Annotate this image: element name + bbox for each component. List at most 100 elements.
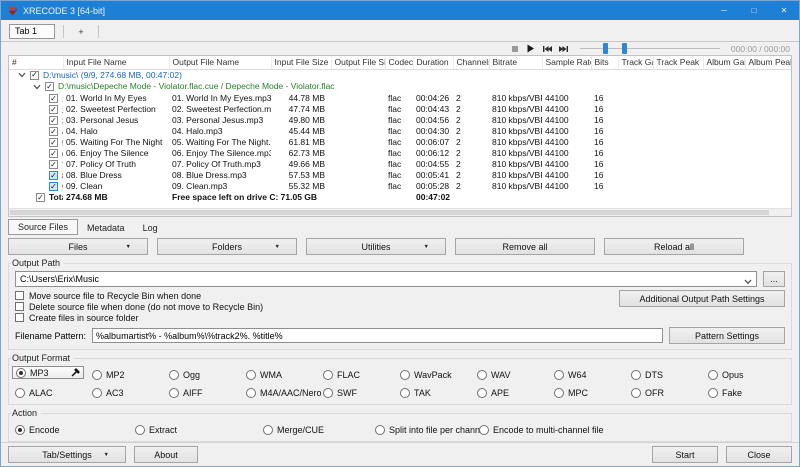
total-row[interactable]: ✓Total:274.68 MBFree space left on drive… bbox=[9, 192, 792, 204]
track-row[interactable]: ✓808. Blue Dress08. Blue Dress.mp357.53 … bbox=[9, 170, 792, 181]
track-row[interactable]: ✓505. Waiting For The Night05. Waiting F… bbox=[9, 137, 792, 148]
column-header-codec[interactable]: Codec bbox=[385, 56, 413, 69]
column-header-channels[interactable]: Channels bbox=[453, 56, 489, 69]
track-row[interactable]: ✓707. Policy Of Truth07. Policy Of Truth… bbox=[9, 159, 792, 170]
column-header-output-file-name[interactable]: Output File Name bbox=[169, 56, 271, 69]
track-row[interactable]: ✓101. World In My Eyes01. World In My Ey… bbox=[9, 93, 792, 104]
panel-tab-source-files[interactable]: Source Files bbox=[8, 219, 78, 235]
format-option-m4a-aac-nero[interactable]: M4A/AAC/Nero bbox=[246, 386, 323, 399]
format-option-ac3[interactable]: AC3 bbox=[92, 386, 169, 399]
seek-slider[interactable] bbox=[580, 43, 720, 54]
format-option-mpc[interactable]: MPC bbox=[554, 386, 631, 399]
format-option-tak[interactable]: TAK bbox=[400, 386, 477, 399]
chevron-down-icon[interactable] bbox=[18, 72, 26, 78]
column-header-num[interactable]: # bbox=[9, 56, 63, 69]
scrollbar-thumb[interactable] bbox=[10, 210, 769, 215]
panel-tab-metadata[interactable]: Metadata bbox=[78, 221, 134, 235]
column-header-track-gain[interactable]: Track Gain bbox=[618, 56, 653, 69]
track-row[interactable]: ✓303. Personal Jesus03. Personal Jesus.m… bbox=[9, 115, 792, 126]
row-checkbox[interactable]: ✓ bbox=[49, 160, 58, 169]
tab-settings-button[interactable]: Tab/Settings ▼ bbox=[8, 446, 126, 463]
next-track-icon[interactable] bbox=[559, 45, 569, 53]
row-checkbox[interactable]: ✓ bbox=[49, 138, 58, 147]
track-row[interactable]: ✓909. Clean09. Clean.mp355.32 MBflac00:0… bbox=[9, 181, 792, 192]
output-path-combobox[interactable]: C:\Users\Erix\Music bbox=[15, 271, 757, 287]
add-tab-button[interactable]: + bbox=[72, 27, 90, 37]
track-row[interactable]: ✓202. Sweetest Perfection02. Sweetest Pe… bbox=[9, 104, 792, 115]
format-option-ape[interactable]: APE bbox=[477, 386, 554, 399]
format-option-swf[interactable]: SWF bbox=[323, 386, 400, 399]
format-option-mp3[interactable]: MP3 bbox=[12, 366, 84, 379]
utilities-button[interactable]: Utilities▼ bbox=[306, 238, 446, 255]
format-option-ofr[interactable]: OFR bbox=[631, 386, 708, 399]
checkbox-move-source-file-to-recycle-bin-when-done[interactable]: Move source file to Recycle Bin when don… bbox=[15, 290, 619, 301]
row-checkbox[interactable]: ✓ bbox=[36, 193, 45, 202]
action-option-extract[interactable]: Extract bbox=[135, 423, 263, 436]
previous-track-icon[interactable] bbox=[542, 45, 552, 53]
tab-1[interactable]: Tab 1 bbox=[9, 24, 55, 39]
format-option-alac[interactable]: ALAC bbox=[15, 386, 92, 399]
format-option-ogg[interactable]: Ogg bbox=[169, 368, 246, 381]
additional-output-path-settings-button[interactable]: Additional Output Path Settings bbox=[619, 290, 785, 307]
slider-handle-1[interactable] bbox=[603, 43, 608, 54]
horizontal-scrollbar[interactable] bbox=[9, 208, 791, 216]
action-option-split-into-file-per-channel[interactable]: Split into file per channel bbox=[375, 423, 479, 436]
remove-all-button[interactable]: Remove all bbox=[455, 238, 595, 255]
column-header-input-file-size[interactable]: Input File Size bbox=[271, 56, 331, 69]
play-icon[interactable] bbox=[526, 44, 535, 53]
column-header-track-peak[interactable]: Track Peak bbox=[653, 56, 703, 69]
row-checkbox[interactable]: ✓ bbox=[30, 71, 39, 80]
minimize-icon[interactable]: ─ bbox=[709, 1, 739, 20]
pattern-settings-button[interactable]: Pattern Settings bbox=[669, 327, 785, 344]
column-header-sample-rate[interactable]: Sample Rate bbox=[542, 56, 591, 69]
column-header-duration[interactable]: Duration bbox=[413, 56, 453, 69]
about-button[interactable]: About bbox=[134, 446, 198, 463]
close-icon[interactable]: ✕ bbox=[769, 1, 799, 20]
row-checkbox[interactable]: ✓ bbox=[49, 182, 58, 191]
row-checkbox[interactable]: ✓ bbox=[49, 149, 58, 158]
format-option-dts[interactable]: DTS bbox=[631, 368, 708, 381]
row-checkbox[interactable]: ✓ bbox=[49, 105, 58, 114]
format-option-flac[interactable]: FLAC bbox=[323, 368, 400, 381]
stop-icon[interactable] bbox=[511, 45, 519, 53]
format-option-wavpack[interactable]: WavPack bbox=[400, 368, 477, 381]
format-option-w64[interactable]: W64 bbox=[554, 368, 631, 381]
maximize-icon[interactable]: □ bbox=[739, 1, 769, 20]
format-option-mp2[interactable]: MP2 bbox=[92, 368, 169, 381]
group-row-cue[interactable]: ✓D:\music\Depeche Mode - Violator.flac.c… bbox=[9, 81, 792, 93]
row-checkbox[interactable]: ✓ bbox=[49, 116, 58, 125]
column-header-album-gain[interactable]: Album Gain bbox=[703, 56, 745, 69]
format-option-opus[interactable]: Opus bbox=[708, 368, 785, 381]
column-header-bitrate[interactable]: Bitrate bbox=[489, 56, 542, 69]
slider-handle-2[interactable] bbox=[622, 43, 627, 54]
track-row[interactable]: ✓404. Halo04. Halo.mp345.44 MBflac00:04:… bbox=[9, 126, 792, 137]
format-option-fake[interactable]: Fake bbox=[708, 386, 785, 399]
row-checkbox[interactable]: ✓ bbox=[49, 127, 58, 136]
action-option-merge-cue[interactable]: Merge/CUE bbox=[263, 423, 375, 436]
panel-tab-log[interactable]: Log bbox=[134, 221, 167, 235]
filename-pattern-input[interactable]: %albumartist% - %album%\%track2%. %title… bbox=[92, 328, 663, 343]
browse-button[interactable]: ... bbox=[763, 271, 785, 287]
reload-all-button[interactable]: Reload all bbox=[604, 238, 744, 255]
format-option-wma[interactable]: WMA bbox=[246, 368, 323, 381]
track-row[interactable]: ✓606. Enjoy The Silence06. Enjoy The Sil… bbox=[9, 148, 792, 159]
row-checkbox[interactable]: ✓ bbox=[49, 171, 58, 180]
action-option-encode[interactable]: Encode bbox=[15, 423, 135, 436]
wrench-icon[interactable] bbox=[70, 368, 80, 378]
close-button[interactable]: Close bbox=[726, 446, 792, 463]
titlebar[interactable]: XRECODE 3 [64-bit] ─ □ ✕ bbox=[1, 1, 799, 20]
row-checkbox[interactable]: ✓ bbox=[45, 82, 54, 91]
folders-button[interactable]: Folders▼ bbox=[157, 238, 297, 255]
column-header-bits[interactable]: Bits bbox=[591, 56, 618, 69]
action-option-encode-to-multi-channel-file[interactable]: Encode to multi-channel file bbox=[479, 423, 785, 436]
format-option-aiff[interactable]: AIFF bbox=[169, 386, 246, 399]
column-header-album-peak[interactable]: Album Peak bbox=[745, 56, 792, 69]
column-header-output-file-size[interactable]: Output File Size bbox=[331, 56, 385, 69]
start-button[interactable]: Start bbox=[652, 446, 718, 463]
combo-dropdown-icon[interactable] bbox=[744, 277, 752, 287]
checkbox-delete-source-file-when-done-do-not-move-to-recycle-bin[interactable]: Delete source file when done (do not mov… bbox=[15, 301, 619, 312]
row-checkbox[interactable]: ✓ bbox=[49, 94, 58, 103]
files-button[interactable]: Files▼ bbox=[8, 238, 148, 255]
column-header-input-file-name[interactable]: Input File Name bbox=[63, 56, 169, 69]
format-option-wav[interactable]: WAV bbox=[477, 368, 554, 381]
